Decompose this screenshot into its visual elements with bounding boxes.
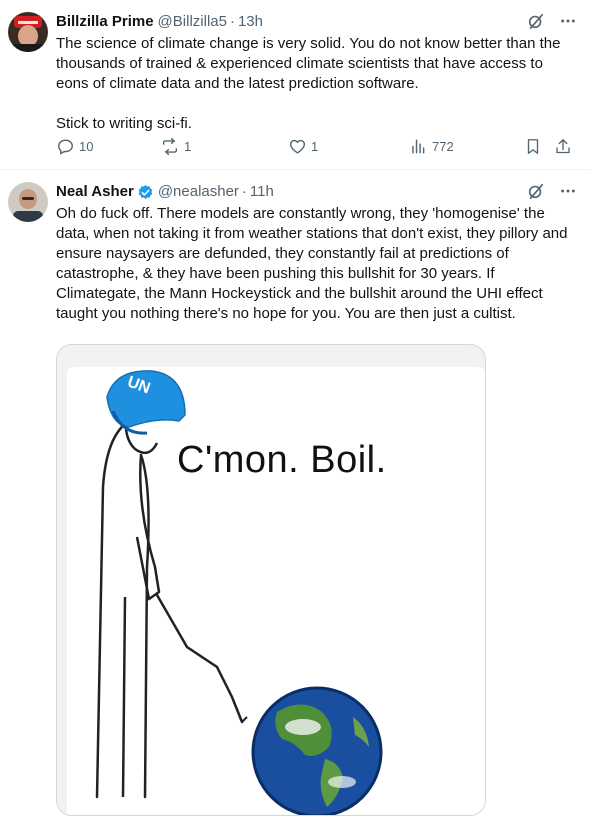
share-button[interactable]: [554, 137, 572, 156]
view-count: 772: [432, 138, 454, 154]
handle[interactable]: @Billzilla5: [158, 12, 227, 32]
reply-count: 10: [79, 138, 94, 154]
separator: ·: [241, 183, 247, 200]
tweet-header: Billzilla Prime @Billzilla5 · 13h: [56, 12, 575, 32]
share-icon: [554, 137, 572, 156]
like-icon: [288, 137, 307, 156]
timestamp[interactable]: 11h: [250, 182, 274, 202]
reply-button[interactable]: 10: [56, 137, 93, 156]
timestamp[interactable]: 13h: [238, 12, 263, 32]
tweet-header-actions: [527, 12, 577, 35]
verified-badge-icon[interactable]: [137, 184, 154, 201]
avatar[interactable]: [8, 12, 48, 52]
meme-image: UN C'mon. Boil.: [67, 367, 485, 815]
like-count: 1: [311, 138, 319, 154]
more-icon[interactable]: [559, 12, 577, 35]
more-icon[interactable]: [559, 182, 577, 205]
repost-count: 1: [184, 138, 192, 154]
reply-icon: [56, 137, 75, 156]
meme-drawing: [95, 370, 383, 815]
like-button[interactable]: 1: [288, 137, 318, 156]
tweet[interactable]: Billzilla Prime @Billzilla5 · 13h The sc…: [0, 0, 591, 170]
tweet-media[interactable]: UN C'mon. Boil.: [56, 344, 486, 816]
repost-icon: [160, 137, 180, 156]
bookmark-icon: [524, 137, 542, 156]
tweet-text: The science of climate change is very so…: [56, 35, 561, 132]
grok-icon[interactable]: [527, 182, 545, 205]
display-name[interactable]: Neal Asher: [56, 182, 134, 202]
separator: ·: [229, 13, 235, 30]
repost-button[interactable]: 1: [160, 137, 191, 156]
handle[interactable]: @nealasher: [158, 182, 239, 202]
bookmark-button[interactable]: [524, 137, 542, 156]
grok-icon[interactable]: [527, 12, 545, 35]
tweet-header-actions: [527, 182, 577, 205]
tweet-text: Oh do fuck off. There models are constan…: [56, 205, 572, 322]
avatar[interactable]: [8, 182, 48, 222]
display-name[interactable]: Billzilla Prime: [56, 12, 154, 32]
meme-caption: C'mon. Boil.: [177, 439, 387, 481]
views-button[interactable]: 772: [409, 137, 454, 156]
tweet-header: Neal Asher @nealasher · 11h: [56, 182, 575, 202]
views-icon: [409, 137, 428, 156]
avatar-image: [8, 12, 48, 52]
avatar-image: [8, 182, 48, 222]
